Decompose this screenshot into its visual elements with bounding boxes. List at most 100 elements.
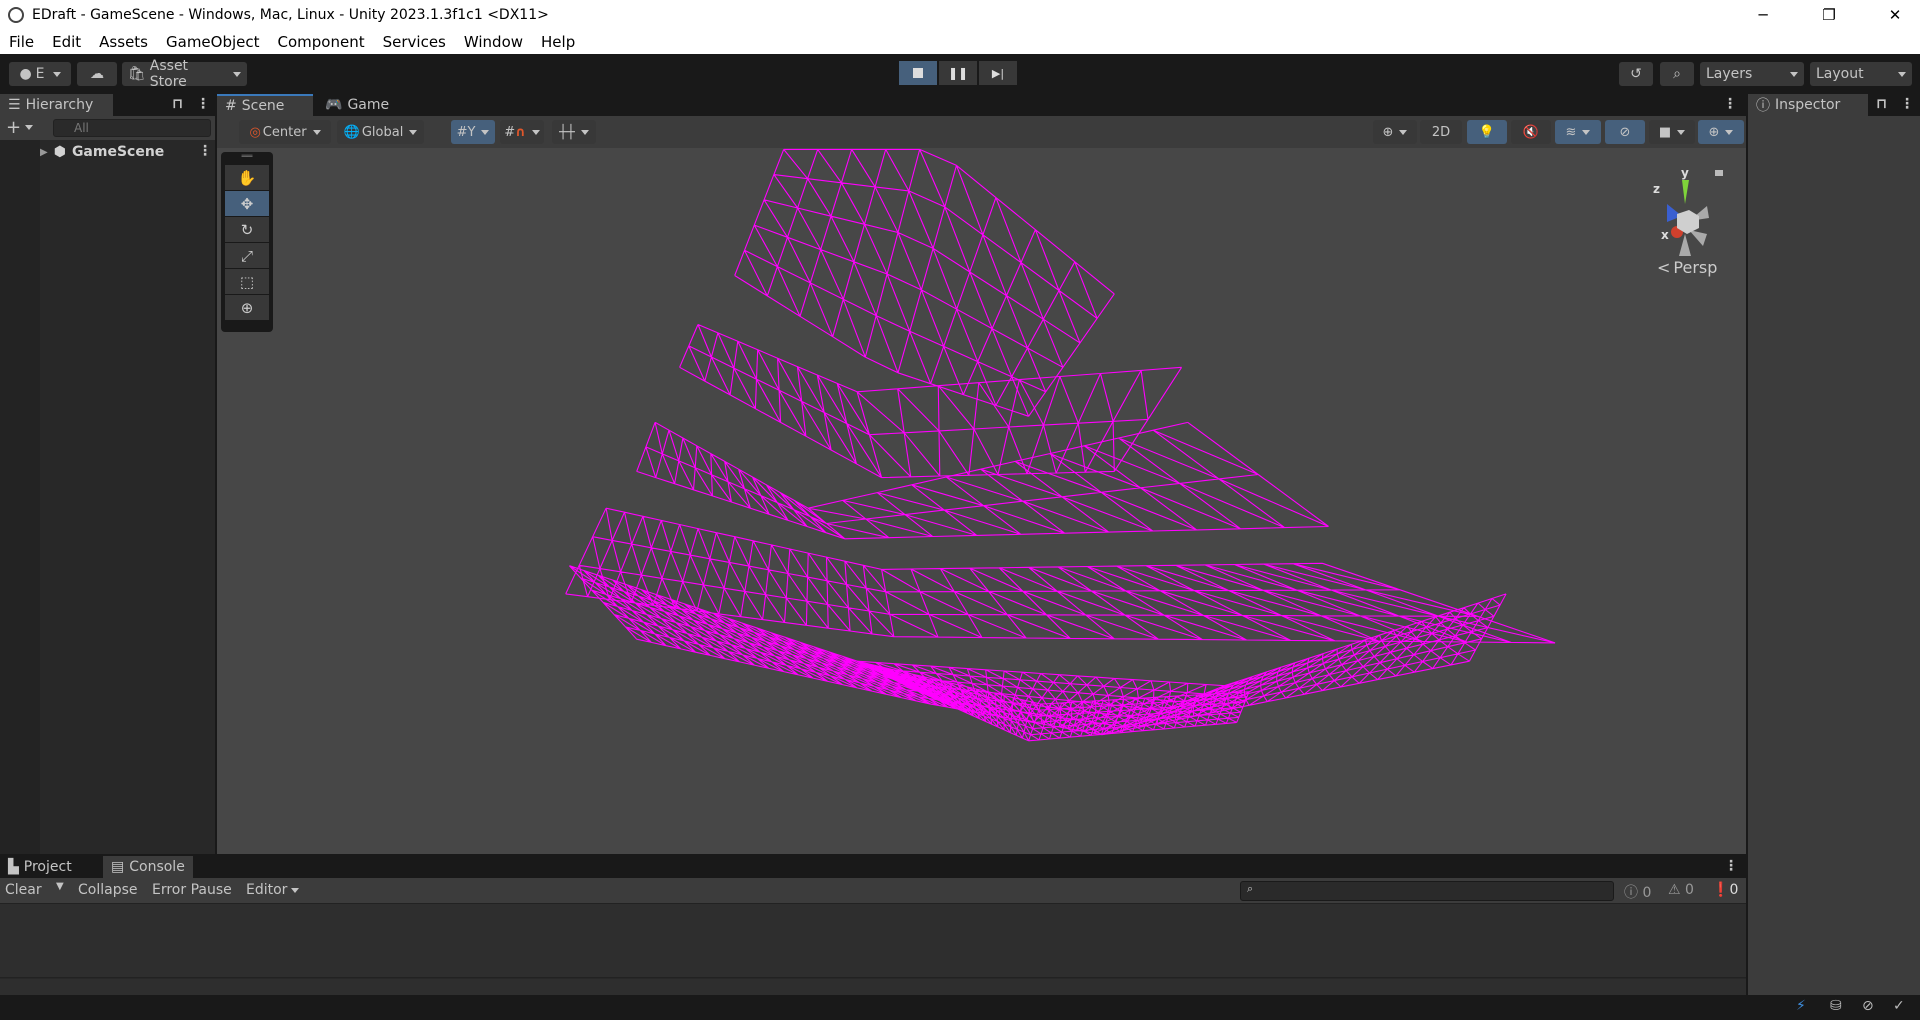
toggle-2d-button[interactable]: 2D xyxy=(1420,120,1462,144)
mute-icon: 🔇 xyxy=(1522,124,1540,140)
y-axis-label: y xyxy=(1681,166,1689,180)
effects-dropdown[interactable]: ≋ xyxy=(1555,120,1601,144)
menu-services[interactable]: Services xyxy=(374,33,455,51)
restore-button[interactable]: ❐ xyxy=(1806,0,1852,29)
menu-file[interactable]: File xyxy=(0,33,43,51)
menu-help[interactable]: Help xyxy=(532,33,584,51)
rect-tool-button[interactable]: ⬚ xyxy=(225,269,269,294)
tab-project[interactable]: ▙ Project xyxy=(0,856,80,878)
tab-console-label: Console xyxy=(129,859,185,875)
progress-icon[interactable]: ⚡ xyxy=(1796,998,1806,1014)
create-button[interactable]: + xyxy=(6,117,33,138)
tab-scene[interactable]: # Scene xyxy=(217,94,313,116)
warning-count: 0 xyxy=(1685,882,1694,898)
more-options-icon[interactable]: ⋮ xyxy=(1900,96,1914,112)
hierarchy-search-input[interactable]: All xyxy=(53,119,211,137)
editor-dropdown[interactable]: Editor xyxy=(246,882,299,898)
menu-component[interactable]: Component xyxy=(269,33,374,51)
gizmos-dropdown[interactable]: ⊕ xyxy=(1698,120,1744,144)
rotate-tool-button[interactable]: ↻ xyxy=(225,217,269,242)
orientation-gizmo[interactable]: z y x < Persp xyxy=(1627,166,1727,277)
tab-inspector[interactable]: ⓘ Inspector xyxy=(1748,94,1868,116)
clear-button[interactable]: Clear xyxy=(5,882,42,898)
scene-viewport[interactable]: ══ ✋ ✥ ↻ ⤢ ⬚ ⊕ z y x < Persp xyxy=(217,148,1746,854)
hierarchy-title: Hierarchy xyxy=(25,97,94,113)
inspector-panel: ⓘ Inspector ⊓ ⋮ xyxy=(1748,94,1920,995)
asset-store-button[interactable]: 🛍 Asset Store xyxy=(122,58,247,90)
menu-assets[interactable]: Assets xyxy=(90,33,157,51)
lock-icon[interactable]: ⊓ xyxy=(172,96,183,112)
space-label: Global xyxy=(361,124,404,140)
z-axis-label: z xyxy=(1653,182,1660,196)
cloud-button[interactable]: ☁ xyxy=(77,62,117,86)
hierarchy-gutter xyxy=(0,140,40,854)
item-options-icon[interactable]: ⋮ xyxy=(198,143,212,159)
layout-dropdown[interactable]: Layout xyxy=(1810,62,1912,86)
editor-label: Editor xyxy=(246,882,288,898)
error-count-toggle[interactable]: ❗0 xyxy=(1712,882,1738,898)
expand-arrow-icon[interactable]: ▶ xyxy=(40,147,48,158)
lock-icon[interactable]: ⊓ xyxy=(1876,96,1887,112)
warning-count-toggle[interactable]: ⚠ 0 xyxy=(1668,882,1694,898)
effects-icon: ≋ xyxy=(1565,124,1577,140)
lighting-toggle[interactable]: 💡 xyxy=(1467,120,1507,144)
menu-gameobject[interactable]: GameObject xyxy=(157,33,269,51)
history-icon: ↺ xyxy=(1630,66,1642,82)
hand-tool-button[interactable]: ✋ xyxy=(225,165,269,190)
account-icon: ● xyxy=(19,66,32,82)
draw-mode-dropdown[interactable]: ⊕ xyxy=(1373,120,1417,144)
search-icon: ⌕ xyxy=(1673,66,1681,82)
tab-console[interactable]: ▤ Console xyxy=(103,856,193,878)
transform-tool-button[interactable]: ⊕ xyxy=(225,295,269,320)
step-button[interactable]: ▶| xyxy=(979,61,1017,85)
pivot-center-dropdown[interactable]: ◎ Center xyxy=(239,120,331,144)
move-tool-button[interactable]: ✥ xyxy=(225,191,269,216)
more-options-icon[interactable]: ⋮ xyxy=(196,96,210,112)
increment-snap-button[interactable]: ┼┼ xyxy=(552,120,596,144)
close-button[interactable]: ✕ xyxy=(1872,0,1918,29)
console-options-icon[interactable]: ⋮ xyxy=(1724,858,1738,874)
scene-visibility-toggle[interactable]: ⊘ xyxy=(1605,120,1645,144)
account-dropdown[interactable]: ● E xyxy=(9,62,71,86)
pivot-label: Center xyxy=(262,124,307,140)
error-pause-button[interactable]: Error Pause xyxy=(152,882,232,898)
hierarchy-item-gamescene[interactable]: ▶ ⬢ GameScene ⋮ xyxy=(40,142,215,162)
globe-icon: 🌐 xyxy=(343,124,360,140)
status-bar: ⚡ ⛁ ⊘ ✓ xyxy=(0,995,1920,1020)
clear-options-dropdown[interactable]: ▼ xyxy=(56,881,64,892)
grid-icon: # xyxy=(225,98,237,114)
account-label: E xyxy=(35,66,45,82)
ruler-icon: ┼┼ xyxy=(559,124,575,140)
console-search-input[interactable]: ⌕ xyxy=(1240,881,1614,901)
space-global-dropdown[interactable]: 🌐 Global xyxy=(337,120,424,144)
move-tool-icon: ✥ xyxy=(240,194,254,213)
pause-button[interactable]: ❚❚ xyxy=(939,61,977,85)
auto-generate-lighting-icon[interactable]: ⊘ xyxy=(1862,998,1874,1014)
tab-game[interactable]: 🎮 Game xyxy=(317,94,397,116)
scene-toolbar: ◎ Center 🌐 Global #Y #∩ ┼┼ ⊕ 2D 💡 🔇 ≋ ⊘ ■ … xyxy=(217,116,1746,148)
grid-snap-button[interactable]: #Y xyxy=(451,120,495,144)
scale-tool-button[interactable]: ⤢ xyxy=(225,243,269,268)
projection-toggle[interactable]: < Persp xyxy=(1657,258,1717,277)
axis-gizmo-icon xyxy=(1667,170,1723,256)
search-button[interactable]: ⌕ xyxy=(1660,62,1694,86)
audio-toggle[interactable]: 🔇 xyxy=(1511,120,1551,144)
scene-panel: # Scene 🎮 Game ⋮ ◎ Center 🌐 Global #Y #∩ ┼┼ … xyxy=(217,94,1746,854)
play-button[interactable] xyxy=(899,61,937,85)
camera-icon: ■ xyxy=(1658,124,1672,140)
check-icon[interactable]: ✓ xyxy=(1893,998,1905,1014)
collapse-button[interactable]: Collapse xyxy=(78,882,138,898)
history-button[interactable]: ↺ xyxy=(1619,62,1653,86)
tab-hierarchy[interactable]: ☰ Hierarchy xyxy=(0,94,113,116)
snap-increment-button[interactable]: #∩ xyxy=(500,120,544,144)
minimize-button[interactable]: ─ xyxy=(1740,0,1786,29)
unity-scene-icon: ⬢ xyxy=(53,144,66,160)
drag-handle[interactable]: ══ xyxy=(221,152,273,164)
menu-window[interactable]: Window xyxy=(455,33,532,51)
layers-dropdown[interactable]: Layers xyxy=(1700,62,1804,86)
info-count-toggle[interactable]: ⓘ 0 xyxy=(1624,882,1651,902)
menu-edit[interactable]: Edit xyxy=(43,33,90,51)
scene-options-icon[interactable]: ⋮ xyxy=(1723,96,1737,112)
cache-server-icon[interactable]: ⛁ xyxy=(1830,998,1842,1014)
camera-dropdown[interactable]: ■ xyxy=(1649,120,1695,144)
